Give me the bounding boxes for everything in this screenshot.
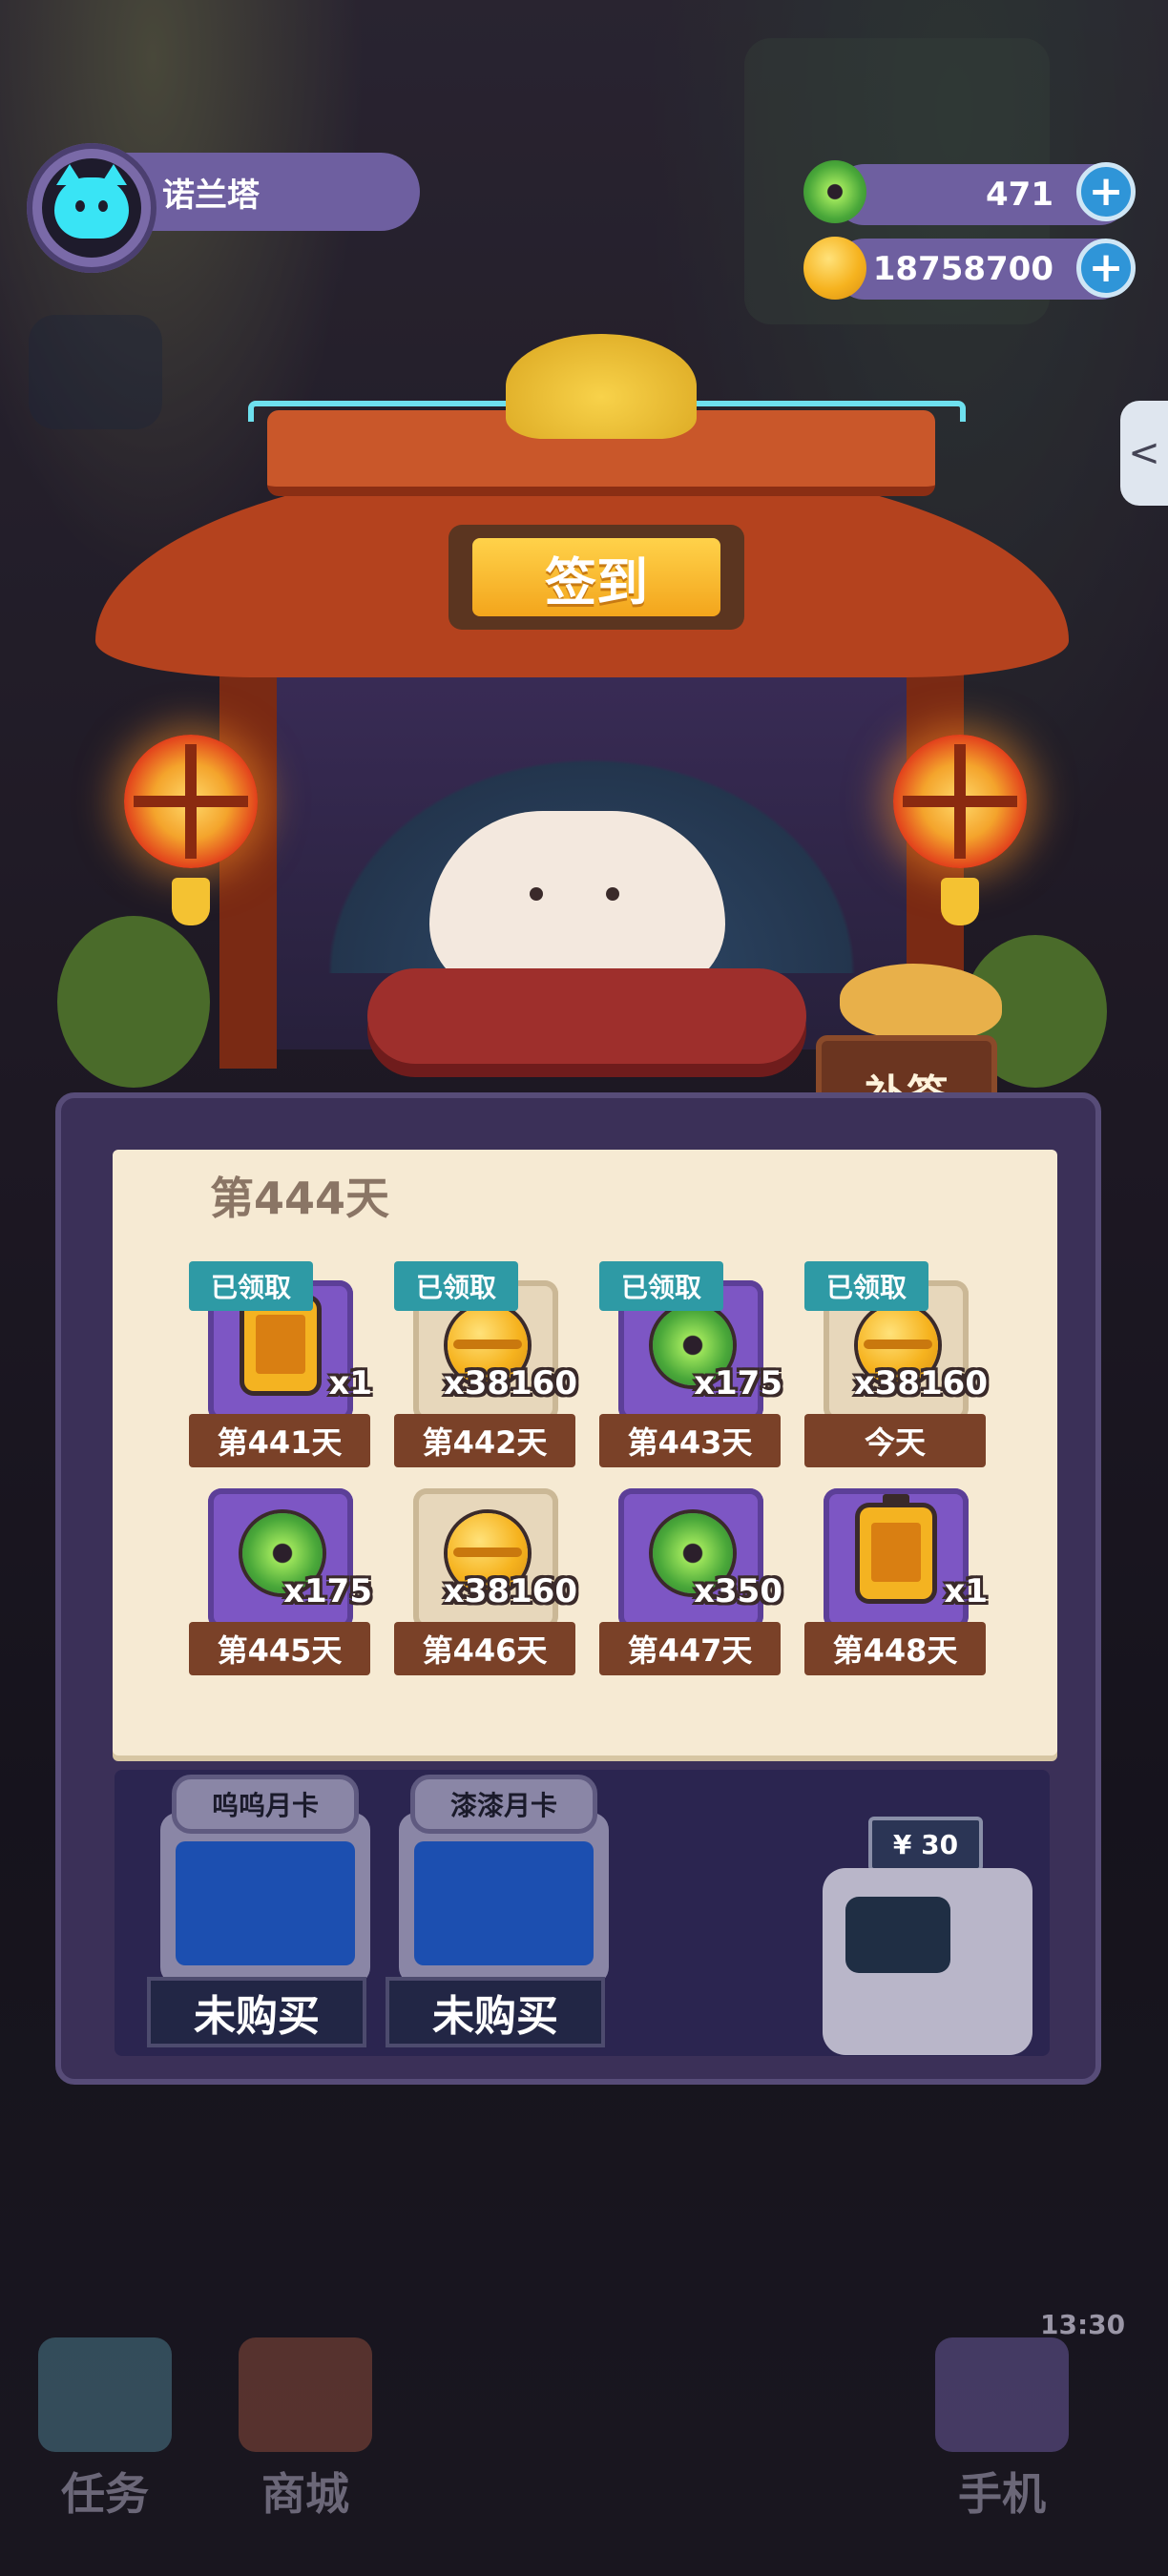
nav-tasks-label: 任务	[61, 2468, 149, 2520]
current-day-title: 第444天	[210, 1173, 390, 1224]
nav-phone-label: 手机	[958, 2468, 1046, 2520]
reward-card[interactable]: x350 第447天	[599, 1469, 782, 1677]
nav-tasks[interactable]: 任务	[19, 2337, 191, 2520]
robot-face	[845, 1897, 950, 1973]
reward-card[interactable]: x1 第441天 已领取	[189, 1261, 372, 1469]
reward-day-label: 第442天	[394, 1414, 575, 1467]
reward-quantity: x38160	[853, 1364, 988, 1402]
reward-day-label: 第448天	[804, 1622, 986, 1675]
monthly-card-1-buy-button[interactable]: 未购买	[147, 1977, 366, 2047]
phone-icon	[935, 2337, 1069, 2452]
nav-shop[interactable]: 商城	[219, 2337, 391, 2520]
reward-quantity: x38160	[443, 1572, 577, 1610]
monthly-card-2-buy-button[interactable]: 未购买	[386, 1977, 605, 2047]
reward-day-label: 第443天	[599, 1414, 781, 1467]
gold-ingot-icon	[506, 334, 697, 439]
monthly-card-2-name: 漆漆月卡	[410, 1775, 597, 1834]
monthly-card-2-screen	[414, 1841, 594, 1965]
cat-avatar-icon	[54, 164, 129, 239]
claimed-badge: 已领取	[599, 1261, 723, 1311]
reward-quantity: x38160	[443, 1364, 577, 1402]
share-icon[interactable]: <	[1120, 401, 1168, 506]
nav-phone[interactable]: 手机	[916, 2337, 1088, 2520]
reward-card[interactable]: x38160 今天 已领取	[804, 1261, 988, 1469]
book-icon	[38, 2337, 172, 2452]
reward-card[interactable]: x175 第443天 已领取	[599, 1261, 782, 1469]
reward-card[interactable]: x38160 第442天 已领取	[394, 1261, 577, 1469]
avatar[interactable]	[42, 158, 141, 258]
reward-day-label: 第447天	[599, 1622, 781, 1675]
reward-day-label: 第446天	[394, 1622, 575, 1675]
monthly-card-1[interactable]	[160, 1813, 370, 1984]
gold-amount: 18758700	[872, 250, 1053, 288]
monthly-card-1-screen	[176, 1841, 355, 1965]
battery-icon	[860, 1494, 932, 1599]
jade-amount: 471	[986, 176, 1053, 214]
lantern-tassel-right	[941, 878, 979, 925]
player-name: 诺兰塔	[162, 176, 260, 215]
reward-quantity: x1	[944, 1572, 988, 1610]
add-gold-button[interactable]: +	[1076, 239, 1136, 298]
reward-quantity: x350	[694, 1572, 782, 1610]
background-clock: 13:30	[1040, 2309, 1126, 2340]
monthly-card-2[interactable]	[399, 1813, 609, 1984]
reward-card[interactable]: x1 第448天	[804, 1469, 988, 1677]
reward-card[interactable]: x38160 第446天	[394, 1469, 577, 1677]
gold-coin-icon	[803, 237, 866, 300]
nav-shop-label: 商城	[261, 2468, 349, 2520]
reward-day-label: 今天	[804, 1414, 986, 1467]
cat-cushion	[367, 968, 806, 1064]
lantern-tassel-left	[172, 878, 210, 925]
claimed-badge: 已领取	[189, 1261, 313, 1311]
reward-quantity: x175	[694, 1364, 782, 1402]
checkin-sign: 签到	[448, 525, 744, 630]
checkin-title: 签到	[472, 538, 720, 616]
reward-day-label: 第441天	[189, 1414, 370, 1467]
lantern-right-icon	[893, 735, 1027, 868]
vending-robot-icon[interactable]	[823, 1868, 1032, 2055]
battery-icon	[244, 1286, 317, 1391]
lantern-left-icon	[124, 735, 258, 868]
claimed-badge: 已领取	[394, 1261, 518, 1311]
reward-quantity: x175	[283, 1572, 372, 1610]
add-jade-button[interactable]: +	[1076, 162, 1136, 221]
vending-price: ¥ 30	[868, 1817, 983, 1872]
reward-card[interactable]: x175 第445天	[189, 1469, 372, 1677]
shop-icon	[239, 2337, 372, 2452]
player-name-pill[interactable]: 诺兰塔	[124, 153, 420, 231]
reward-day-label: 第445天	[189, 1622, 370, 1675]
claimed-badge: 已领取	[804, 1261, 928, 1311]
jade-coin-icon	[803, 160, 866, 223]
shrine-cat-mascot	[429, 811, 725, 992]
reward-quantity: x1	[328, 1364, 372, 1402]
flower-bush-left	[57, 916, 210, 1088]
monthly-card-1-name: 呜呜月卡	[172, 1775, 359, 1834]
